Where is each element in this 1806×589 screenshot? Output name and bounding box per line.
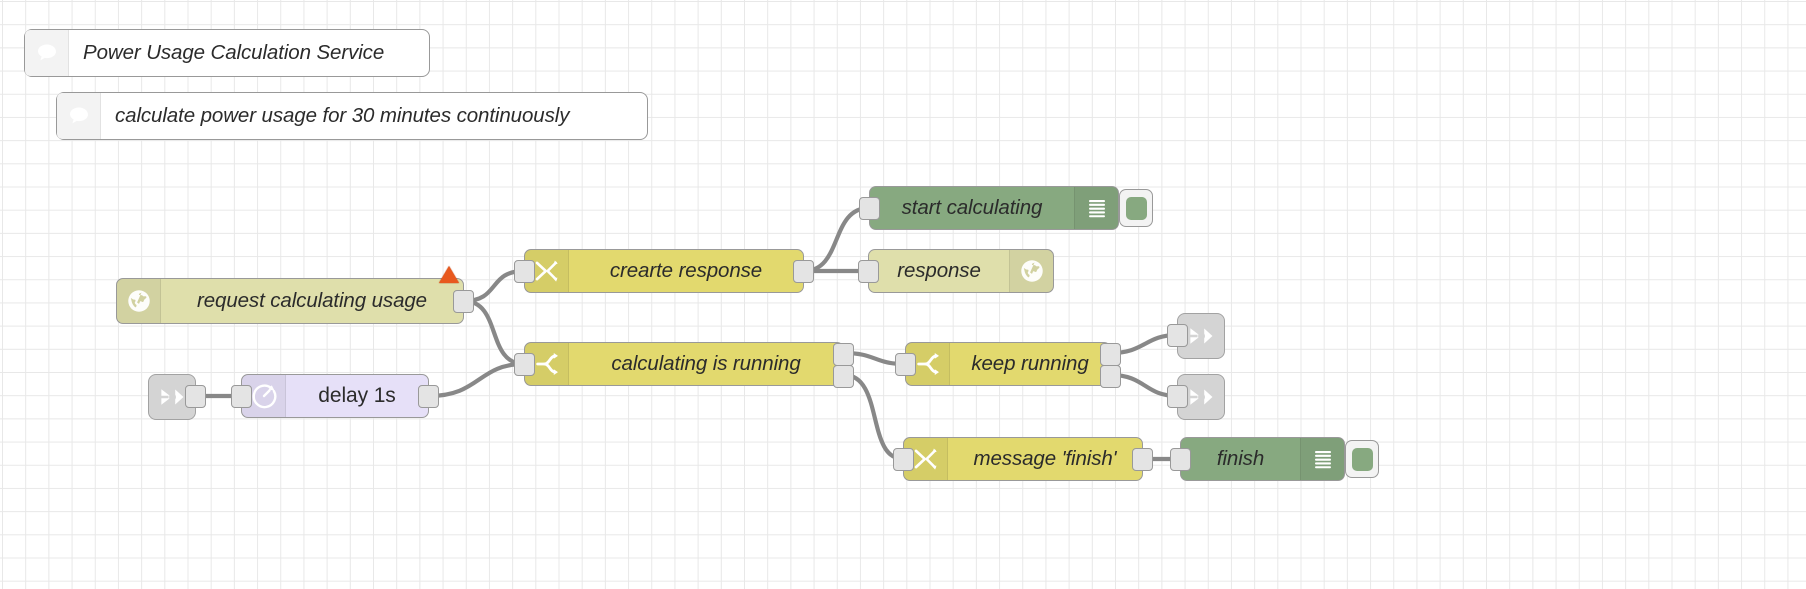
globe-icon [117,279,161,323]
node-change-crearte-response[interactable]: crearte response [514,249,814,293]
comment-title-text: Power Usage Calculation Service [83,41,385,64]
node-switch-calculating-is-running[interactable]: calculating is running [514,342,854,388]
node-delay-1s[interactable]: delay 1s [231,374,439,418]
node-label: finish [1216,447,1265,470]
input-port[interactable] [1167,385,1188,408]
debug-icon [1300,438,1344,480]
node-label: crearte response [609,259,763,282]
node-link-out-bottom[interactable] [1167,374,1225,420]
output-port[interactable] [1132,448,1153,471]
node-label: keep running [971,352,1089,375]
node-label: message 'finish' [973,447,1117,470]
node-debug-start-calculating[interactable]: start calculating [859,186,1119,230]
input-port[interactable] [858,260,879,283]
node-label: response [897,259,981,282]
output-port-1[interactable] [1100,343,1121,366]
node-switch-keep-running[interactable]: keep running [895,342,1121,388]
link-out-icon [1190,389,1213,405]
input-port[interactable] [514,353,535,376]
debug-toggle-button[interactable] [1345,440,1379,478]
output-port[interactable] [793,260,814,283]
input-port[interactable] [859,197,880,220]
node-label: calculating is running [611,352,801,375]
wire-delay-to-switch [426,361,527,399]
comment-node-title[interactable]: Power Usage Calculation Service [24,29,430,77]
output-port[interactable] [418,385,439,408]
input-port[interactable] [895,353,916,376]
comment-icon [57,93,101,139]
node-label: request calculating usage [197,289,427,312]
output-port-2[interactable] [833,365,854,388]
output-port-1[interactable] [833,343,854,366]
output-port-2[interactable] [1100,365,1121,388]
comment-subtitle-text: calculate power usage for 30 minutes con… [115,104,570,127]
node-link-out-top[interactable] [1167,313,1225,359]
input-port[interactable] [893,448,914,471]
link-in-icon [161,389,184,405]
input-port[interactable] [1170,448,1191,471]
node-label: start calculating [901,196,1043,219]
input-port[interactable] [231,385,252,408]
node-change-message-finish[interactable]: message 'finish' [893,437,1153,481]
input-port[interactable] [514,260,535,283]
output-port[interactable] [453,290,474,313]
node-link-in-delay[interactable] [148,374,206,420]
node-debug-finish[interactable]: finish [1170,437,1345,481]
flow-canvas[interactable]: Power Usage Calculation Service calculat… [0,0,1806,589]
input-port[interactable] [1167,324,1188,347]
node-http-in-request[interactable]: request calculating usage [116,266,474,324]
globe-icon [1009,250,1053,292]
node-http-response[interactable]: response [858,249,1054,293]
warning-triangle-icon [439,266,459,283]
wire-switch1-to-message [841,372,906,462]
debug-toggle-indicator [1125,196,1147,220]
comment-node-subtitle[interactable]: calculate power usage for 30 minutes con… [56,92,648,140]
node-label: delay 1s [318,384,396,407]
debug-toggle-button[interactable] [1119,189,1153,227]
link-out-icon [1190,328,1213,344]
debug-toggle-indicator [1351,447,1373,471]
debug-icon [1074,187,1118,229]
comment-icon [25,30,69,76]
output-port[interactable] [185,385,206,408]
